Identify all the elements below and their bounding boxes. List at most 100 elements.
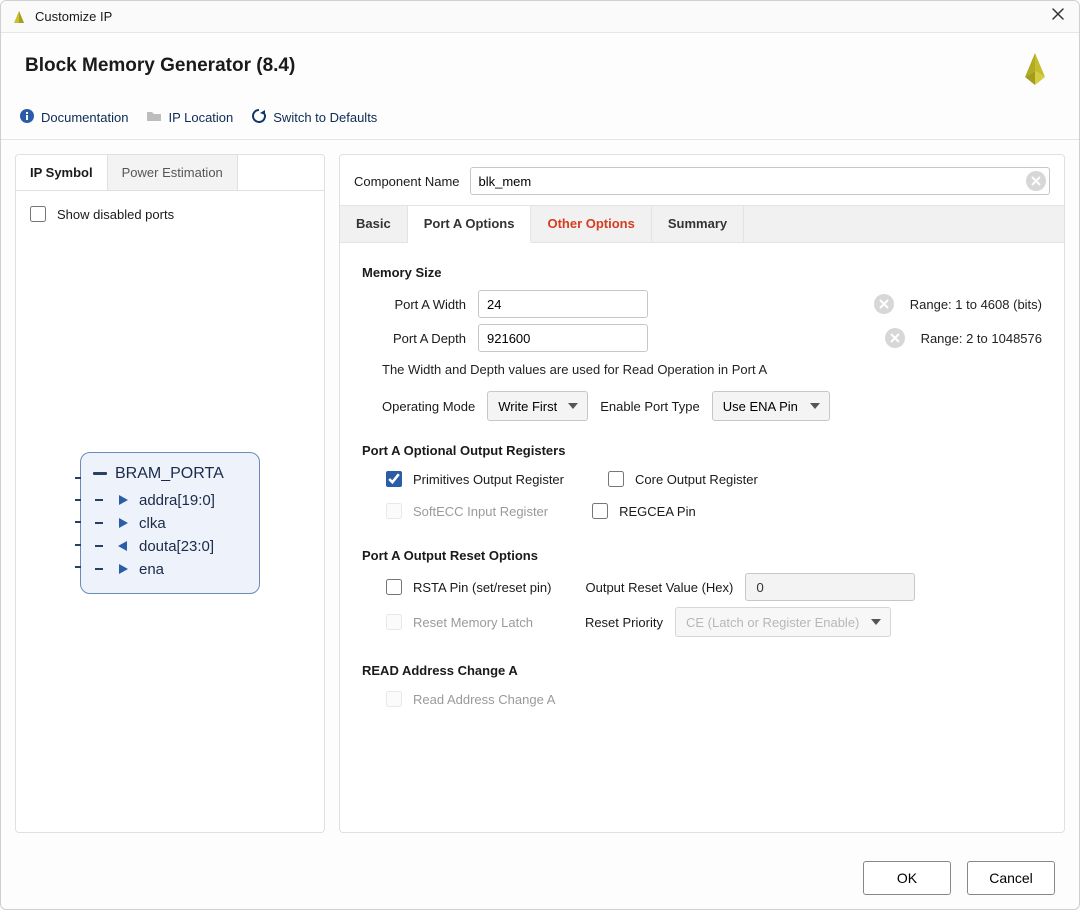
opmode-select[interactable]: Write First <box>487 391 588 421</box>
left-content: Show disabled ports BRAM_PORTA addra[19:… <box>16 191 324 832</box>
port-stub-icon <box>95 522 103 524</box>
switch-defaults-label: Switch to Defaults <box>273 110 377 125</box>
port-stub-icon <box>95 568 103 570</box>
tab-ip-symbol[interactable]: IP Symbol <box>16 155 107 190</box>
primitives-output-register-input[interactable] <box>386 471 402 487</box>
body: IP Symbol Power Estimation Show disabled… <box>1 140 1079 847</box>
ip-port: ena <box>93 558 241 581</box>
page-title: Block Memory Generator (8.4) <box>25 55 1055 77</box>
core-output-register-checkbox[interactable]: Core Output Register <box>604 468 758 490</box>
refresh-icon <box>251 108 267 127</box>
rsta-pin-checkbox[interactable]: RSTA Pin (set/reset pin) <box>382 576 551 598</box>
porta-depth-label: Port A Depth <box>382 331 466 346</box>
enable-type-select-wrap: Use ENA Pin <box>712 391 830 421</box>
clear-component-name-button[interactable] <box>1026 171 1046 191</box>
opmode-select-wrap: Write First <box>487 391 588 421</box>
left-panel: IP Symbol Power Estimation Show disabled… <box>15 154 325 833</box>
ip-port: addra[19:0] <box>93 489 241 512</box>
documentation-label: Documentation <box>41 110 128 125</box>
memory-size-note: The Width and Depth values are used for … <box>382 362 1042 377</box>
tab-summary[interactable]: Summary <box>652 206 744 242</box>
tab-other-options[interactable]: Other Options <box>531 206 651 242</box>
triangle-right-icon <box>117 517 129 529</box>
porta-width-range: Range: 1 to 4608 (bits) <box>910 297 1042 312</box>
softecc-input-register-label: SoftECC Input Register <box>413 504 548 519</box>
toolbar: Documentation IP Location Switch to Defa… <box>1 102 1079 140</box>
output-reset-value-input <box>745 573 915 601</box>
regcea-pin-label: REGCEA Pin <box>619 504 696 519</box>
primitives-output-register-label: Primitives Output Register <box>413 472 564 487</box>
read-address-change-label: Read Address Change A <box>413 692 555 707</box>
regcea-pin-checkbox[interactable]: REGCEA Pin <box>588 500 696 522</box>
porta-width-label: Port A Width <box>382 297 466 312</box>
softecc-input-register-input <box>386 503 402 519</box>
switch-defaults-link[interactable]: Switch to Defaults <box>251 108 377 127</box>
left-tabs: IP Symbol Power Estimation <box>16 155 324 191</box>
x-icon <box>890 333 900 343</box>
component-name-input[interactable] <box>470 167 1051 195</box>
clear-width-button[interactable] <box>874 294 894 314</box>
read-address-change-input <box>386 691 402 707</box>
core-output-register-input[interactable] <box>608 471 624 487</box>
component-name-row: Component Name <box>340 155 1064 205</box>
enable-type-select[interactable]: Use ENA Pin <box>712 391 830 421</box>
window-title: Customize IP <box>35 9 112 24</box>
cancel-button[interactable]: Cancel <box>967 861 1055 895</box>
show-disabled-ports-checkbox[interactable]: Show disabled ports <box>26 203 314 225</box>
ip-port-name: clka <box>139 515 166 532</box>
documentation-link[interactable]: Documentation <box>19 108 128 127</box>
output-reset-value-label: Output Reset Value (Hex) <box>585 580 733 595</box>
reset-memory-latch-checkbox: Reset Memory Latch <box>382 611 533 633</box>
ip-location-link[interactable]: IP Location <box>146 108 233 127</box>
x-icon <box>1031 176 1041 186</box>
close-button[interactable] <box>1047 3 1069 30</box>
ip-port: douta[23:0] <box>93 535 241 558</box>
dialog-window: Customize IP Block Memory Generator (8.4… <box>0 0 1080 910</box>
tab-port-a-options[interactable]: Port A Options <box>408 206 532 243</box>
show-disabled-ports-label: Show disabled ports <box>57 207 174 222</box>
porta-width-row: Port A Width Range: 1 to 4608 (bits) <box>382 290 1042 318</box>
reset-priority-select: CE (Latch or Register Enable) <box>675 607 891 637</box>
ip-block-rail-icon <box>75 467 79 579</box>
ok-button[interactable]: OK <box>863 861 951 895</box>
opmode-row: Operating Mode Write First Enable Port T… <box>382 391 1042 421</box>
brand-logo-icon <box>1015 49 1055 92</box>
porta-depth-input[interactable] <box>478 324 648 352</box>
core-output-register-label: Core Output Register <box>635 472 758 487</box>
footer: OK Cancel <box>1 847 1079 909</box>
ip-block-title-row: BRAM_PORTA <box>93 465 241 483</box>
rsta-pin-label: RSTA Pin (set/reset pin) <box>413 580 551 595</box>
reset-title: Port A Output Reset Options <box>362 548 1042 563</box>
read-addr-title: READ Address Change A <box>362 663 1042 678</box>
porta-width-input[interactable] <box>478 290 648 318</box>
show-disabled-ports-input[interactable] <box>30 206 46 222</box>
read-address-change-checkbox: Read Address Change A <box>382 688 1042 710</box>
tab-basic[interactable]: Basic <box>340 206 408 242</box>
config-tabs: Basic Port A Options Other Options Summa… <box>340 205 1064 243</box>
info-icon <box>19 108 35 127</box>
triangle-right-icon <box>117 563 129 575</box>
ip-block: BRAM_PORTA addra[19:0] clka douta[23:0] ena <box>80 452 260 594</box>
port-stub-icon <box>95 499 103 501</box>
ip-port-name: ena <box>139 561 164 578</box>
triangle-right-icon <box>117 494 129 506</box>
regcea-pin-input[interactable] <box>592 503 608 519</box>
close-icon <box>1051 7 1065 21</box>
app-logo-icon <box>11 9 27 25</box>
ip-location-label: IP Location <box>168 110 233 125</box>
reset-memory-latch-label: Reset Memory Latch <box>413 615 533 630</box>
porta-width-field <box>478 290 898 318</box>
rsta-pin-input[interactable] <box>386 579 402 595</box>
x-icon <box>879 299 889 309</box>
right-panel: Component Name Basic Port A Options Othe… <box>339 154 1065 833</box>
ip-symbol-canvas: BRAM_PORTA addra[19:0] clka douta[23:0] ena <box>26 225 314 820</box>
memory-size-title: Memory Size <box>362 265 1042 280</box>
clear-depth-button[interactable] <box>885 328 905 348</box>
component-name-label: Component Name <box>354 174 460 189</box>
minus-icon <box>93 472 107 475</box>
primitives-output-register-checkbox[interactable]: Primitives Output Register <box>382 468 564 490</box>
ip-ports: addra[19:0] clka douta[23:0] ena <box>93 489 241 581</box>
tab-power-estimation[interactable]: Power Estimation <box>107 155 238 190</box>
triangle-left-icon <box>117 540 129 552</box>
porta-depth-row: Port A Depth Range: 2 to 1048576 <box>382 324 1042 352</box>
